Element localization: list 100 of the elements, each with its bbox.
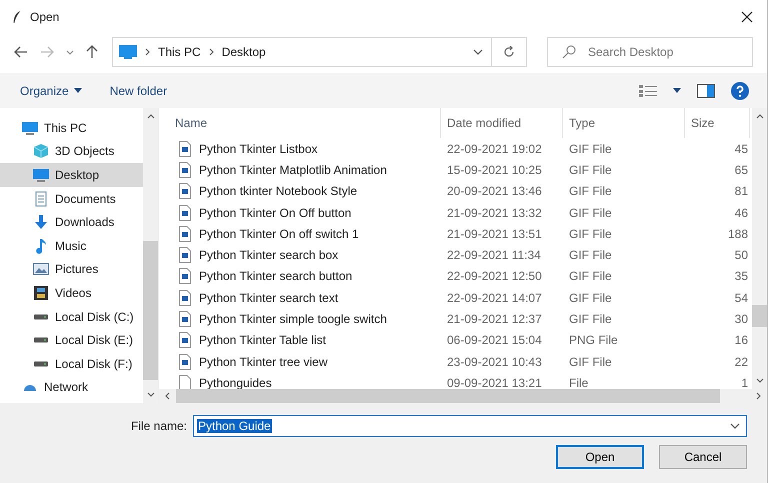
file-name[interactable]: Python Tkinter simple toogle switch [199,312,387,326]
sidebar-item[interactable]: Videos [0,281,143,305]
file-name[interactable]: Python Tkinter Table list [199,333,326,348]
file-name[interactable]: Python Tkinter search button [199,269,352,284]
preview-pane-icon[interactable] [697,84,715,98]
sidebar-item[interactable]: Network [0,376,143,400]
column-header[interactable]: Name [159,108,441,138]
search-input[interactable]: Search Desktop [586,44,740,60]
file-name[interactable]: Python Tkinter On off switch 1 [199,226,359,241]
sidebar-item[interactable]: Documents [0,186,143,210]
chevron-up-icon[interactable] [756,114,764,119]
file-name[interactable]: Python Tkinter On Off button [199,206,352,220]
sidebar-item[interactable]: Desktop [0,163,143,187]
cube-icon [33,143,49,160]
feather-icon [12,8,22,24]
size-cell-text: 54 [734,290,749,305]
file-name[interactable]: Python Tkinter Matplotlib Animation [199,162,387,177]
help-icon[interactable] [731,82,749,100]
view-list-icon[interactable] [639,84,657,96]
scrollbar[interactable] [752,108,767,389]
image-file-icon [179,162,191,178]
chevron-down-icon[interactable] [66,50,74,54]
type-cell-text: GIF File [568,248,613,262]
file-name[interactable]: Python Tkinter search text [199,290,338,305]
size-cell-text: 45 [734,142,749,156]
size-cell-text: 188 [726,226,749,241]
breadcrumb[interactable]: Desktop [222,45,266,59]
type-cell-text: GIF File [568,354,613,369]
scrollbar-thumb[interactable] [143,241,158,380]
size-cell-text: 1 [740,376,749,389]
image-file-icon [179,354,191,370]
size-cell-text: 65 [734,162,749,177]
type-cell-text: GIF File [568,206,613,220]
chevron-right-icon[interactable] [756,392,761,400]
date-cell-text: 22-09-2021 12:50 [446,269,543,284]
sidebar-item[interactable]: Local Disk (C:) [0,304,143,328]
caret-icon[interactable] [673,88,681,93]
up-arrow-icon[interactable] [86,45,98,59]
column-header[interactable]: Type [563,108,685,138]
column-header[interactable]: Date modified [441,108,563,138]
date-cell-text: 22-09-2021 11:34 [446,248,542,262]
file-name[interactable]: Python Tkinter Listbox [199,142,318,156]
open-button[interactable]: Open [556,445,644,469]
date-cell-text: 21-09-2021 13:32 [446,206,543,220]
cancel-button[interactable]: Cancel [659,445,747,469]
type-cell-text: GIF File [568,162,613,177]
chevron-down-icon[interactable] [756,378,764,383]
type-cell-text: GIF File [568,290,613,305]
chevron-up-icon[interactable] [146,114,154,119]
chevron-right-icon [208,48,214,56]
pc-icon [22,120,38,136]
new-folder-button[interactable]: New folder [108,82,170,100]
date-cell-text: 06-09-2021 15:04 [446,333,543,348]
breadcrumb[interactable]: This PC [158,45,201,59]
type-cell-text: GIF File [568,142,613,156]
sidebar-item[interactable]: Local Disk (E:) [0,328,143,352]
refresh-icon [503,46,515,58]
chevron-down-icon[interactable] [730,423,740,429]
type-cell-text: GIF File [568,269,613,284]
file-name[interactable]: Python Tkinter search box [199,248,338,262]
back-arrow-icon[interactable] [14,46,28,58]
picture-icon [33,261,49,278]
sidebar-item[interactable]: Local Disk (F:) [0,352,143,376]
file-name[interactable]: Python Tkinter tree view [199,354,328,369]
column-header[interactable]: Size [685,108,750,138]
date-cell-text: 15-09-2021 10:25 [446,162,543,177]
file-name[interactable]: Python tkinter Notebook Style [199,184,358,198]
chevron-right-icon [145,48,150,56]
chevron-down-icon[interactable] [473,49,483,55]
type-cell-text: GIF File [568,312,613,326]
scrollbar-thumb[interactable] [752,305,767,327]
date-cell-text: 20-09-2021 13:46 [446,184,543,198]
sidebar-item[interactable]: Pictures [0,258,143,282]
sidebar-item[interactable]: 3D Objects [0,140,143,164]
search-field[interactable]: Search Desktop [547,37,753,67]
document-icon [33,190,49,207]
chevron-left-icon[interactable] [165,392,170,400]
chevron-down-icon[interactable] [146,392,154,397]
monitor-icon [119,45,137,59]
organize-button[interactable]: Organize [18,82,84,100]
date-cell-text: 21-09-2021 12:37 [446,312,543,326]
image-file-icon [179,268,191,284]
address-bar[interactable]: This PC Desktop [112,37,527,67]
image-file-icon [179,247,191,264]
file-name[interactable]: Pythonguides [199,376,272,389]
size-cell-text: 35 [734,269,749,284]
image-file-icon [179,311,191,328]
image-file-icon [179,140,191,157]
type-cell-text: PNG File [568,333,619,348]
size-cell-text: 46 [734,206,749,220]
date-cell-text: 22-09-2021 19:02 [446,142,543,156]
date-cell-text: 09-09-2021 13:21 [446,376,543,389]
close-icon[interactable] [741,10,753,22]
file-name-field[interactable]: Python Guide [193,415,747,437]
file-name-label: File name: [130,419,187,433]
scrollbar[interactable] [143,108,158,403]
sidebar-item[interactable]: Downloads [0,210,143,234]
sidebar-item[interactable]: This PC [0,116,143,140]
sidebar-item[interactable]: Music [0,234,143,258]
download-icon [33,214,49,230]
